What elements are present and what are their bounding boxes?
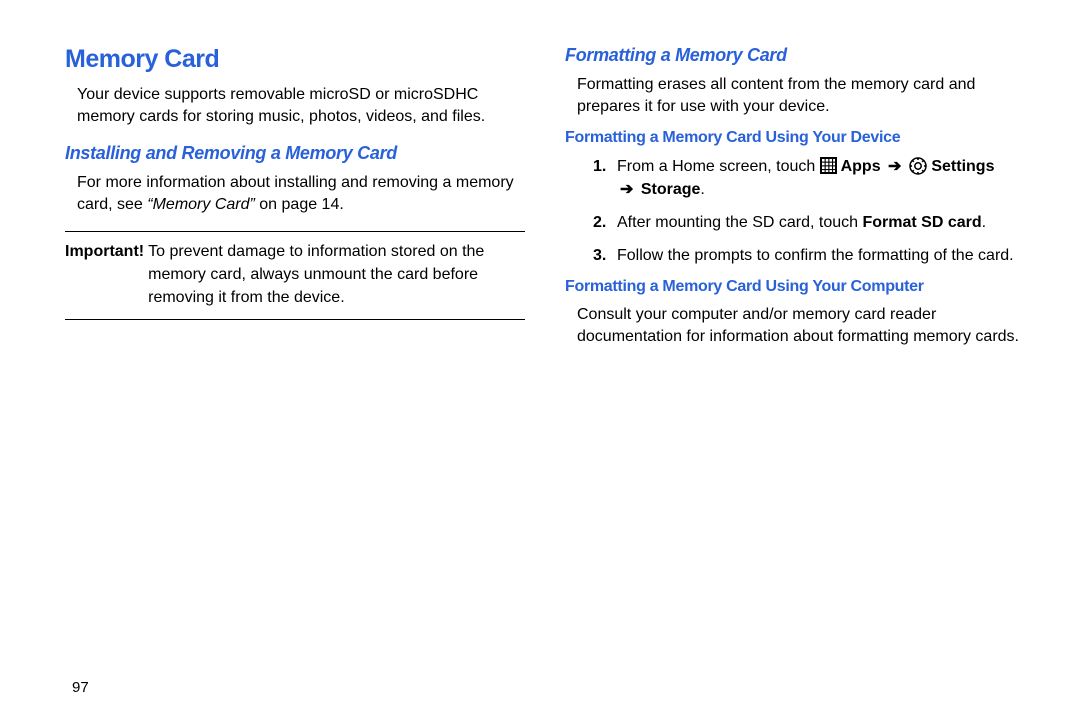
heading-installing-removing: Installing and Removing a Memory Card (65, 143, 525, 164)
arrow-icon: ➔ (888, 158, 901, 175)
intro-text: Your device supports removable microSD o… (77, 84, 525, 129)
step-3: Follow the prompts to confirm the format… (593, 244, 1025, 267)
format-computer-text: Consult your computer and/or memory card… (577, 304, 1025, 349)
left-column: Memory Card Your device supports removab… (65, 45, 525, 354)
important-note: Important! To prevent damage to informat… (65, 231, 525, 321)
important-label: Important! (65, 240, 144, 310)
important-text: To prevent damage to information stored … (148, 240, 525, 310)
step-2: After mounting the SD card, touch Format… (593, 211, 1025, 234)
arrow-icon: ➔ (620, 181, 633, 198)
format-sd-card-label: Format SD card (862, 214, 981, 231)
settings-label: Settings (927, 158, 995, 175)
xref-memory-card: “Memory Card” (147, 196, 255, 213)
heading-formatting: Formatting a Memory Card (565, 45, 1025, 66)
step-1: From a Home screen, touch Apps ➔ Setting… (593, 155, 1025, 201)
heading-format-device: Formatting a Memory Card Using Your Devi… (565, 129, 1025, 147)
heading-memory-card: Memory Card (65, 45, 525, 74)
format-device-steps: From a Home screen, touch Apps ➔ Setting… (593, 155, 1025, 268)
storage-label: Storage (636, 181, 700, 198)
right-column: Formatting a Memory Card Formatting eras… (565, 45, 1025, 354)
page-number: 97 (72, 679, 89, 696)
heading-format-computer: Formatting a Memory Card Using Your Comp… (565, 278, 1025, 296)
apps-label: Apps (837, 158, 885, 175)
settings-gear-icon (909, 157, 927, 175)
install-text: For more information about installing an… (77, 172, 525, 217)
formatting-intro: Formatting erases all content from the m… (577, 74, 1025, 119)
apps-grid-icon (820, 157, 837, 174)
